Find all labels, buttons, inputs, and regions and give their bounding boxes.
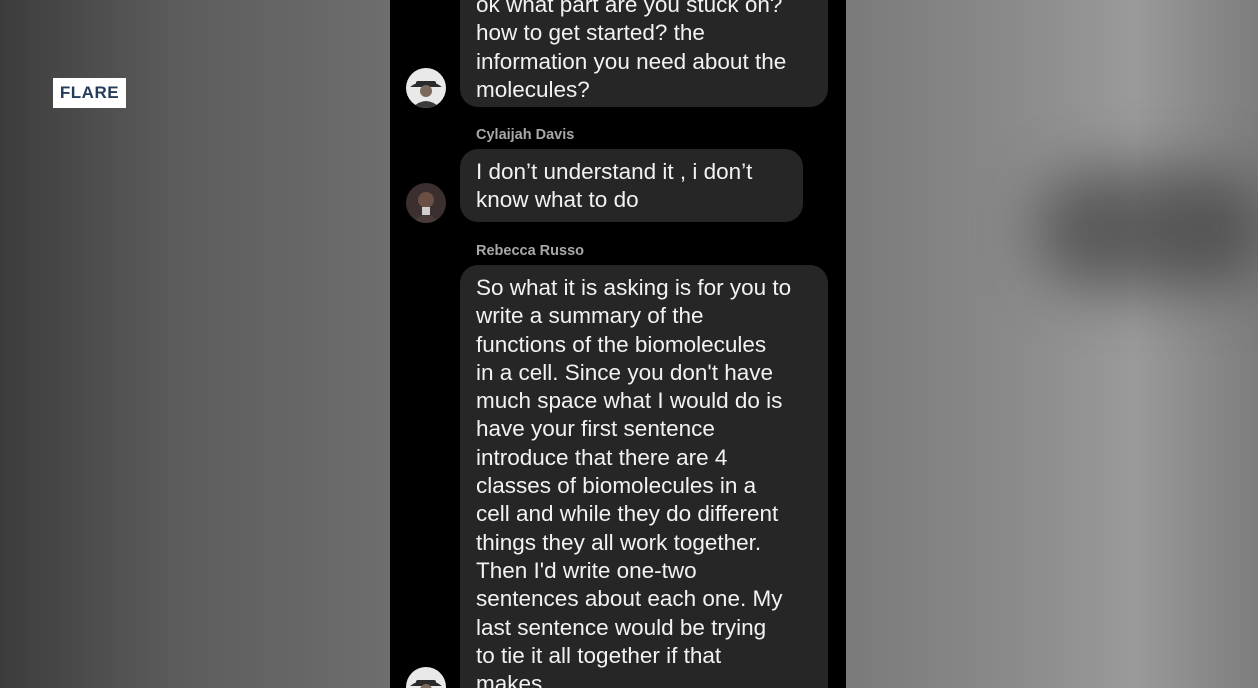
teacher-avatar-icon[interactable] [406,667,446,688]
message-bubble-1: ok what part are you stuck on? how to ge… [460,0,828,107]
teacher-avatar-icon[interactable] [406,68,446,108]
message-bubble-2: I don’t understand it , i don’t know wha… [460,149,803,222]
background-right [846,0,1258,688]
flare-watermark: FLARE [53,78,126,108]
sender-name: Cylaijah Davis [476,127,575,143]
message-bubble-3: So what it is asking is for you to write… [460,265,828,688]
chat-screen[interactable]: ok what part are you stuck on? how to ge… [390,0,846,688]
student-avatar-icon[interactable] [406,183,446,223]
sender-name: Rebecca Russo [476,243,584,259]
